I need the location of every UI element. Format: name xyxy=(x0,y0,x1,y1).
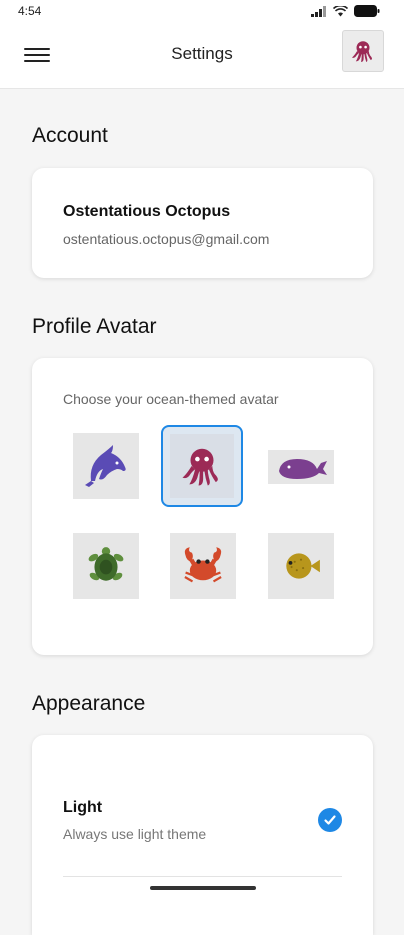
octopus-icon xyxy=(351,41,372,63)
status-time: 4:54 xyxy=(18,4,42,18)
theme-option-description: Always use light theme xyxy=(63,826,207,842)
wifi-icon xyxy=(333,5,348,16)
avatar-option-octopus-selected[interactable] xyxy=(161,425,243,507)
account-section-title: Account xyxy=(32,124,108,147)
account-name: Ostentatious Octopus xyxy=(63,203,231,220)
turtle-icon xyxy=(88,547,124,581)
checkmark-icon[interactable] xyxy=(318,808,342,832)
avatar-option-octopus-tile xyxy=(170,434,234,498)
avatar-option-turtle[interactable] xyxy=(73,533,139,599)
status-bar: 4:54 xyxy=(0,0,404,24)
home-indicator[interactable] xyxy=(150,886,256,890)
octopus-icon xyxy=(182,448,218,486)
avatar-option-dolphin[interactable] xyxy=(73,433,139,499)
whale-icon xyxy=(279,459,327,479)
system-icons xyxy=(311,5,380,17)
divider xyxy=(63,876,342,877)
app-bar: Settings xyxy=(0,24,404,89)
account-email: ostentatious.octopus@gmail.com xyxy=(63,231,270,247)
appearance-section-title: Appearance xyxy=(32,692,146,715)
appearance-card: Light Always use light theme xyxy=(32,735,373,935)
avatar-option-pufferfish[interactable] xyxy=(268,533,334,599)
avatar-option-whale[interactable] xyxy=(268,450,334,484)
signal-icon xyxy=(311,5,326,17)
battery-icon xyxy=(354,5,380,17)
crab-icon xyxy=(184,547,222,583)
pufferfish-icon xyxy=(286,553,320,579)
avatar-prompt: Choose your ocean-themed avatar xyxy=(63,391,279,407)
profile-avatar-button[interactable] xyxy=(342,30,384,72)
theme-option-name: Light xyxy=(63,799,103,816)
avatar-card: Choose your ocean-themed avatar xyxy=(32,358,373,655)
avatar-option-crab[interactable] xyxy=(170,533,236,599)
profile-avatar-section-title: Profile Avatar xyxy=(32,315,157,338)
account-card: Ostentatious Octopus ostentatious.octopu… xyxy=(32,168,373,278)
dolphin-icon xyxy=(85,445,126,487)
